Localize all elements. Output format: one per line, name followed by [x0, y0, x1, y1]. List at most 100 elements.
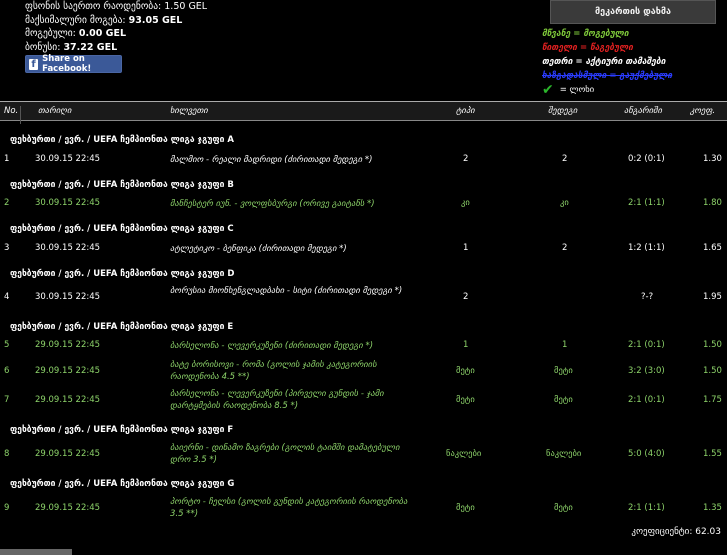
- row-date: 29.09.15 22:45: [35, 449, 101, 459]
- legend-lost: წითელი = წაგებული: [542, 43, 634, 53]
- row-result: ნაკლები: [546, 449, 582, 459]
- row-type: ნაკლები: [446, 449, 482, 459]
- row-odds: 1.50: [703, 340, 722, 350]
- row-no: 3: [4, 243, 10, 253]
- row-date: 29.09.15 22:45: [35, 340, 101, 350]
- row-score: 3:2 (3:0): [628, 366, 665, 376]
- total-stake-value: 1.50 GEL: [164, 1, 208, 12]
- row-odds: 1.80: [703, 198, 722, 208]
- row-date: 30.09.15 22:45: [35, 198, 101, 208]
- bonus-value: 37.22 GEL: [63, 41, 118, 53]
- row-score: 1:2 (1:1): [628, 243, 665, 253]
- won-value: 0.00 GEL: [78, 28, 127, 39]
- legend-tick-label: = ლოხი: [559, 85, 595, 95]
- row-odds: 1.50: [703, 366, 722, 376]
- max-win-label: მაქსიმალური მოგება:: [25, 14, 126, 26]
- row-event: მალმიო - რეალი მადრიდი (ძირითადი მედეგი …: [170, 155, 373, 165]
- row-no: 5: [4, 340, 10, 350]
- table-header: No. თარიღი ხილვეთი ტიპი შედეგი ანგარიში …: [0, 102, 727, 124]
- row-odds: 1.95: [703, 292, 722, 302]
- row-type: 1: [463, 243, 469, 253]
- row-odds: 1.55: [703, 449, 722, 459]
- col-no: No.: [4, 106, 19, 116]
- row-event: ბაიერნი - დინამო ზაგრები (გოლის ტაიმში დ…: [170, 443, 400, 465]
- col-type: ტიპი: [456, 106, 475, 116]
- row-type: კი: [461, 198, 470, 208]
- group-title: ფეხბურთი / ევრ. / UEFA ჩემპიონთა ლიგა ჯგ…: [10, 269, 235, 279]
- row-odds: 1.65: [703, 243, 722, 253]
- row-no: 4: [4, 292, 10, 302]
- row-date: 30.09.15 22:45: [35, 292, 101, 302]
- row-date: 29.09.15 22:45: [35, 366, 101, 376]
- row-event: პორტო - ჩელსი (გოლის გუნდის კატეგორიის რ…: [170, 497, 408, 519]
- legend-won: მწვანე = მოგებული: [542, 29, 629, 39]
- legend: მწვანე = მოგებული წითელი = წაგებული თეთრ…: [542, 27, 672, 97]
- row-date: 29.09.15 22:45: [35, 503, 101, 513]
- bets-table: No. თარიღი ხილვეთი ტიპი შედეგი ანგარიში …: [0, 101, 727, 544]
- row-odds: 1.30: [703, 154, 722, 164]
- row-score: 0:2 (0:1): [628, 154, 665, 164]
- bonus-label: ბონუსი:: [25, 41, 61, 53]
- legend-cancelled: ხაზგადასმული = გაუქმებული: [542, 71, 673, 81]
- col-result: შედეგი: [548, 106, 578, 116]
- col-date: თარიღი: [38, 106, 72, 116]
- row-score: 2:1 (0:1): [628, 340, 665, 350]
- row-score: ?-?: [641, 292, 654, 302]
- facebook-icon: f: [29, 58, 39, 70]
- row-odds: 1.35: [703, 503, 722, 513]
- row-type: მეტი: [456, 395, 475, 405]
- row-date: 30.09.15 22:45: [35, 154, 101, 164]
- row-event: ბარსელონა - ლევერკუზენი (პირველი გუნდის …: [170, 389, 384, 411]
- won-label: მოგებული:: [25, 28, 76, 39]
- row-type: 2: [463, 154, 469, 164]
- row-result: მეტი: [554, 366, 573, 376]
- row-event: ბარსელონა - ლევერკუზენი (ძირითადი მედეგი…: [170, 341, 374, 351]
- row-no: 7: [4, 395, 10, 405]
- total-stake-label: ფსონის საერთო რაოდენობა:: [25, 1, 162, 12]
- bet-summary: ფსონის საერთო რაოდენობა: 1.50 GEL მაქსიმ…: [25, 0, 207, 54]
- row-no: 1: [4, 154, 10, 164]
- row-type: მეტი: [456, 503, 475, 513]
- group-title: ფეხბურთი / ევრ. / UEFA ჩემპიონთა ლიგა ჯგ…: [10, 224, 234, 234]
- row-result: კი: [560, 198, 569, 208]
- row-no: 6: [4, 366, 10, 376]
- row-no: 9: [4, 503, 10, 513]
- legend-tick: ✔ = ლოხი: [542, 83, 672, 97]
- row-event: მანჩესტერ იუნ. - ვოლფსბურგი (ორივე გაიტა…: [170, 199, 375, 209]
- row-event: ბორუსია მიონხენგლადბახი - სიტი (ძირითადი…: [170, 286, 403, 296]
- row-date: 29.09.15 22:45: [35, 395, 101, 405]
- row-no: 8: [4, 449, 10, 459]
- group-title: ფეხბურთი / ევრ. / UEFA ჩემპიონთა ლიგა ჯგ…: [10, 180, 234, 190]
- share-facebook-label: Share on Facebook!: [42, 54, 92, 74]
- group-title: ფეხბურთი / ევრ. / UEFA ჩემპიონთა ლიგა ჯგ…: [10, 135, 234, 145]
- share-facebook-button[interactable]: f Share on Facebook!: [25, 54, 122, 74]
- group-title: ფეხბურთი / ევრ. / UEFA ჩემპიონთა ლიგა ჯგ…: [10, 322, 234, 332]
- row-score: 5:0 (4:0): [628, 449, 665, 459]
- row-type: მეტი: [456, 366, 475, 376]
- row-result: 1: [562, 340, 568, 350]
- total-odds: კოეფიციენტი: 62.03: [631, 527, 721, 537]
- row-event: ატლეტიკო - ბენფიკა (ძირითადი მედეგი *): [170, 244, 347, 254]
- horizontal-scrollbar[interactable]: [0, 549, 72, 555]
- col-odds: კოეფ.: [690, 106, 716, 116]
- row-result: 2: [562, 243, 568, 253]
- group-title: ფეხბურთი / ევრ. / UEFA ჩემპიონთა ლიგა ჯგ…: [10, 479, 235, 489]
- col-score: ანგარიში: [624, 106, 662, 116]
- max-win-value: 93.05 GEL: [128, 14, 183, 26]
- legend-active: თეთრი = აქტიური თამაშები: [542, 57, 666, 67]
- row-odds: 1.75: [703, 395, 722, 405]
- matchmaker-button[interactable]: მეკართის დახმა: [550, 0, 716, 24]
- row-event: ბატე ბორისოვი - რომა (გოლის ჯამის კატეგო…: [170, 360, 377, 382]
- row-type: 2: [463, 292, 469, 302]
- checkmark-icon: ✔: [542, 82, 554, 98]
- row-type: 1: [463, 340, 469, 350]
- row-result: მეტი: [554, 395, 573, 405]
- row-result: მეტი: [554, 503, 573, 513]
- row-score: 2:1 (0:1): [628, 395, 665, 405]
- row-score: 2:1 (1:1): [628, 503, 665, 513]
- row-date: 30.09.15 22:45: [35, 243, 101, 253]
- row-result: 2: [562, 154, 568, 164]
- group-title: ფეხბურთი / ევრ. / UEFA ჩემპიონთა ლიგა ჯგ…: [10, 425, 234, 435]
- row-no: 2: [4, 198, 10, 208]
- col-event: ხილვეთი: [170, 106, 208, 116]
